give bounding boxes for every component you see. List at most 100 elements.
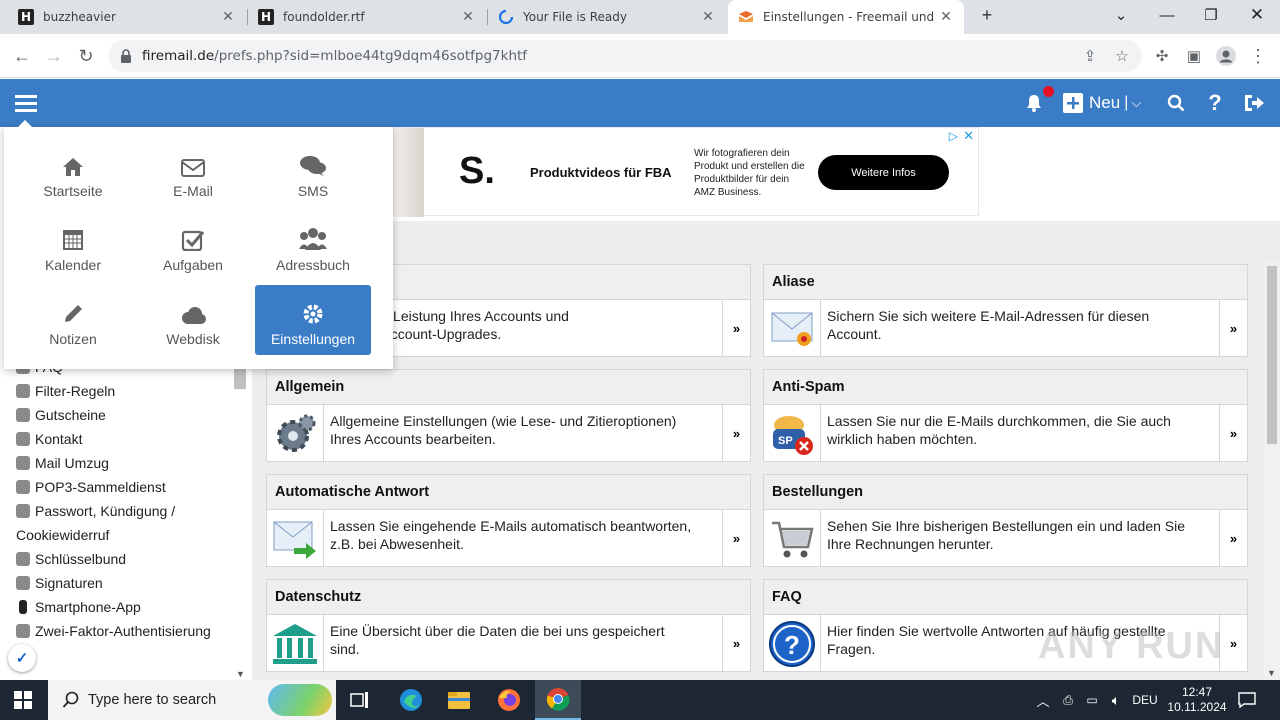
tab-your-file[interactable]: Your File is Ready ✕ <box>488 0 726 34</box>
sidebar-item-label: Cookiewiderruf <box>16 527 110 543</box>
notification-center-icon[interactable] <box>1234 680 1260 720</box>
taskbar-search-box[interactable]: Type here to search <box>48 680 336 720</box>
sidebar-item-mail-umzug[interactable]: Mail Umzug <box>16 455 109 471</box>
settings-card-datenschutz[interactable]: Datenschutz Eine Übersicht über die Date… <box>266 579 751 672</box>
firefox-icon[interactable] <box>486 680 532 720</box>
card-arrow-button[interactable]: » <box>722 300 750 357</box>
sidebar-scrollbar[interactable]: ▼ <box>234 367 248 679</box>
volume-icon[interactable]: 🔈︎ <box>1106 680 1126 720</box>
new-button[interactable]: Neu | ⌵ <box>1063 91 1147 115</box>
sidebar-item-pop3[interactable]: POP3-Sammeldienst <box>16 479 166 495</box>
sidebar-item-label: Smartphone-App <box>35 599 141 615</box>
menu-item-sms[interactable]: SMS <box>255 137 371 207</box>
card-arrow-button[interactable]: » <box>1219 300 1247 357</box>
logout-icon[interactable] <box>1241 91 1267 115</box>
sidebar-item-passwort[interactable]: Passwort, Kündigung / <box>16 503 175 519</box>
search-icon[interactable] <box>1164 91 1188 115</box>
scrollbar-thumb[interactable] <box>1267 266 1277 444</box>
card-arrow-button[interactable]: » <box>1219 405 1247 462</box>
card-description: Lassen Sie eingehende E-Mails automatisc… <box>330 517 726 553</box>
tray-overflow-chevron-icon[interactable]: ︿ <box>1034 680 1052 720</box>
sidebar-item-filter[interactable]: Filter-Regeln <box>16 383 115 399</box>
ad-image <box>394 128 424 217</box>
card-arrow-button[interactable]: » <box>722 510 750 567</box>
card-title: Automatische Antwort <box>267 475 750 510</box>
pencil-icon <box>62 301 84 325</box>
restore-button[interactable]: ❐ <box>1188 0 1234 30</box>
tab-search-button[interactable]: ⌄ <box>1098 0 1144 30</box>
help-icon[interactable]: ? <box>1203 90 1227 115</box>
card-arrow-button[interactable]: » <box>722 405 750 462</box>
side-panel-icon[interactable]: ▣ <box>1183 45 1205 67</box>
settings-card-bestellungen[interactable]: Bestellungen Sehen Sie Ihre bisherigen B… <box>763 474 1248 567</box>
browser-menu-icon[interactable]: ⋮ <box>1247 45 1269 67</box>
menu-item-kalender[interactable]: Kalender <box>15 211 131 281</box>
language-indicator[interactable]: DEU <box>1130 680 1160 720</box>
sidebar-item-label: Zwei-Faktor-Authentisierung <box>35 623 211 639</box>
menu-item-startseite[interactable]: Startseite <box>15 137 131 207</box>
minimize-button[interactable]: — <box>1144 0 1190 30</box>
back-button[interactable]: ← <box>8 42 36 70</box>
extensions-icon[interactable]: ✣ <box>1151 45 1173 67</box>
adchoices-icon[interactable]: ▷ <box>949 129 958 143</box>
ad-cta-button[interactable]: Weitere Infos <box>818 155 949 190</box>
url-path: /prefs.php?sid=mlboe44tg9dqm46sotfpg7kht… <box>214 48 528 64</box>
ad-banner[interactable]: S. Produktvideos für FBA Wir fotografier… <box>393 127 979 217</box>
forward-button[interactable]: → <box>40 42 68 70</box>
card-arrow-button[interactable]: » <box>1219 510 1247 567</box>
file-explorer-icon[interactable] <box>436 680 482 720</box>
sidebar-item-kontakt[interactable]: Kontakt <box>16 431 82 447</box>
tab-foundolder[interactable]: H foundolder.rtf ✕ <box>248 0 486 34</box>
sidebar-item-schluesselbund[interactable]: Schlüsselbund <box>16 551 126 567</box>
sidebar-item-label: POP3-Sammeldienst <box>35 479 166 495</box>
windows-start-icon[interactable] <box>0 680 46 720</box>
reload-button[interactable]: ↻ <box>72 42 100 70</box>
tab-buzzheavier[interactable]: H buzzheavier ✕ <box>8 0 246 34</box>
chrome-icon[interactable] <box>535 680 581 720</box>
security-badge-icon[interactable]: ✓ <box>8 644 36 672</box>
edge-icon[interactable] <box>388 680 434 720</box>
ad-close-icon[interactable]: ✕ <box>963 128 974 144</box>
chevron-down-icon: ⌵ <box>1131 95 1142 110</box>
lock-icon[interactable] <box>120 49 132 63</box>
card-title: FAQ <box>764 580 1247 615</box>
sidebar-item-gutscheine[interactable]: Gutscheine <box>16 407 106 423</box>
scroll-down-arrow[interactable]: ▼ <box>1267 668 1276 678</box>
content-scrollbar[interactable]: ▼ <box>1264 262 1280 680</box>
bookmark-star-icon[interactable]: ☆ <box>1111 45 1133 67</box>
settings-card-aliase[interactable]: Aliase Sichern Sie sich weitere E-Mail-A… <box>763 264 1248 357</box>
sidebar-item-2fa[interactable]: Zwei-Faktor-Authentisierung <box>16 623 211 639</box>
menu-item-aufgaben[interactable]: Aufgaben <box>135 211 251 281</box>
card-arrow-button[interactable]: » <box>722 615 750 672</box>
menu-item-einstellungen[interactable]: Einstellungen <box>255 285 371 355</box>
new-tab-button[interactable]: + <box>970 0 1004 30</box>
clock[interactable]: 12:47 10.11.2024 <box>1164 680 1230 720</box>
address-bar[interactable]: firemail.de/prefs.php?sid=mlboe44tg9dqm4… <box>108 40 1142 72</box>
menu-item-notizen[interactable]: Notizen <box>15 285 131 355</box>
network-device-icon[interactable]: ⎙ <box>1058 680 1078 720</box>
task-view-icon[interactable] <box>337 680 383 720</box>
network-icon[interactable]: ▭ <box>1082 680 1102 720</box>
menu-item-email[interactable]: E-Mail <box>135 137 251 207</box>
profile-avatar-icon[interactable] <box>1215 45 1237 67</box>
sidebar-scroll-down-arrow[interactable]: ▼ <box>236 669 245 679</box>
menu-item-webdisk[interactable]: Webdisk <box>135 285 251 355</box>
close-icon[interactable]: ✕ <box>220 9 236 25</box>
sidebar-item-smartphone[interactable]: Smartphone-App <box>16 599 141 615</box>
settings-card-auto-reply[interactable]: Automatische Antwort Lassen Sie eingehen… <box>266 474 751 567</box>
window-close-button[interactable]: ✕ <box>1234 0 1280 30</box>
settings-card-allgemein[interactable]: Allgemein Allgemeine Einstellungen (wie … <box>266 369 751 462</box>
settings-card-anti-spam[interactable]: Anti-Spam SP Lassen Sie nur die E-Mails … <box>763 369 1248 462</box>
hamburger-menu-icon[interactable] <box>14 91 38 115</box>
close-icon[interactable]: ✕ <box>938 9 954 25</box>
sidebar-item-passwort-cont[interactable]: Cookiewiderruf <box>16 527 109 543</box>
sidebar-item-signaturen[interactable]: Signaturen <box>16 575 103 591</box>
sidebar-scrollbar-thumb[interactable] <box>234 367 246 389</box>
share-icon[interactable]: ⇪ <box>1079 45 1101 67</box>
close-icon[interactable]: ✕ <box>700 9 716 25</box>
close-icon[interactable]: ✕ <box>460 9 476 25</box>
tab-einstellungen[interactable]: Einstellungen - Freemail und ser ✕ <box>728 0 964 34</box>
app-menu-dropdown: Startseite E-Mail SMS Kalender Aufgaben … <box>4 120 393 369</box>
notification-bell-icon[interactable] <box>1022 86 1054 115</box>
menu-item-adressbuch[interactable]: Adressbuch <box>255 211 371 281</box>
